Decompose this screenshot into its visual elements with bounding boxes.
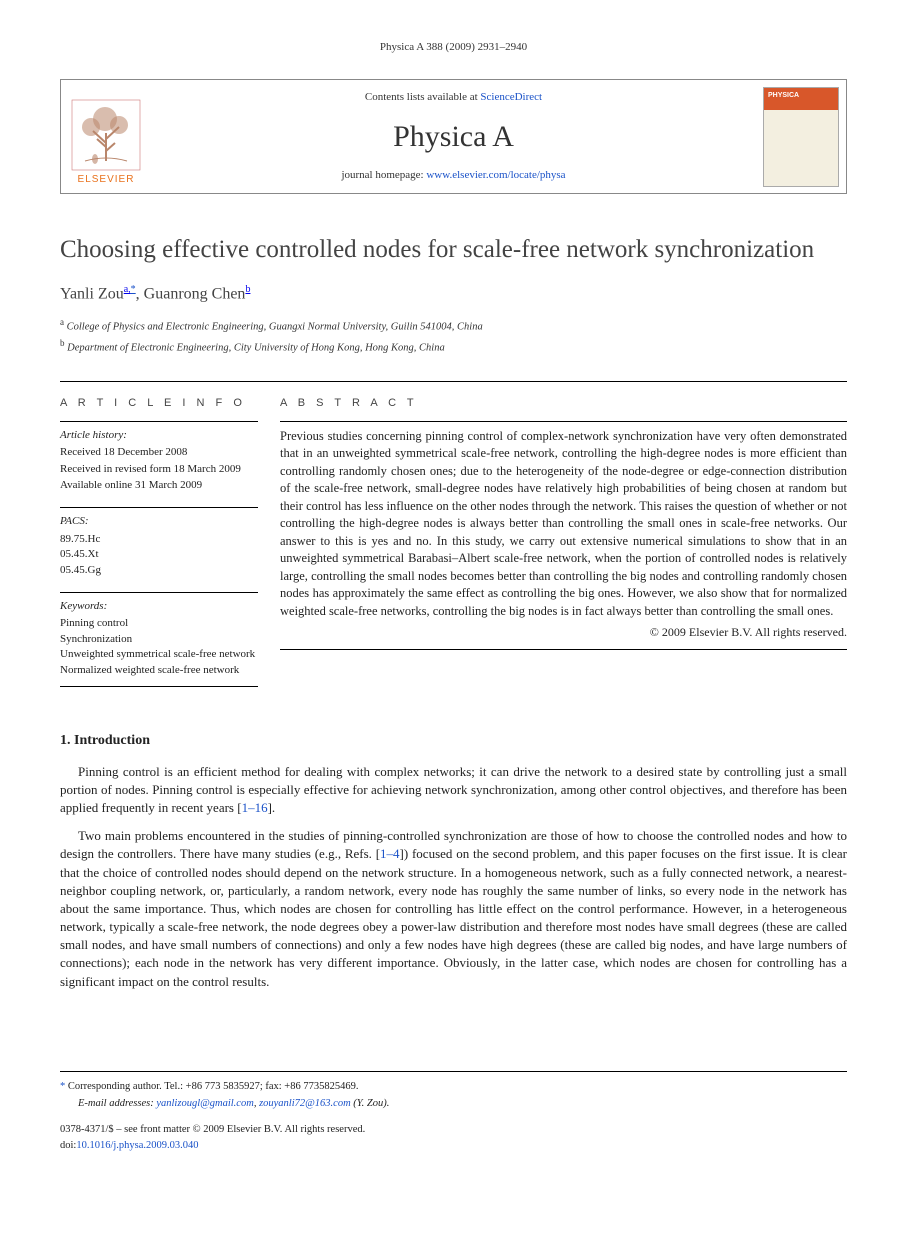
email-link-2[interactable]: zouyanli72@163.com: [259, 1098, 351, 1109]
history-line: Received 18 December 2008: [60, 445, 258, 460]
abstract-copyright: © 2009 Elsevier B.V. All rights reserved…: [280, 624, 847, 641]
email-link-1[interactable]: yanlizougl@gmail.com: [156, 1098, 253, 1109]
intro-p2-text-b: ]) focused on the second problem, and th…: [60, 846, 847, 988]
pacs-item: 89.75.Hc: [60, 532, 258, 547]
masthead-center: Contents lists available at ScienceDirec…: [151, 80, 756, 193]
keyword-item: Pinning control: [60, 616, 258, 631]
article-info-heading: A R T I C L E I N F O: [60, 396, 258, 411]
publisher-label: ELSEVIER: [78, 173, 135, 187]
aff-mark-a: a: [60, 317, 64, 327]
running-head: Physica A 388 (2009) 2931–2940: [60, 40, 847, 55]
elsevier-tree-icon: [71, 99, 141, 171]
article-title: Choosing effective controlled nodes for …: [60, 234, 847, 265]
pacs-item: 05.45.Xt: [60, 547, 258, 562]
corresponding-author-note: * Corresponding author. Tel.: +86 773 58…: [60, 1080, 847, 1095]
pacs-block: PACS: 89.75.Hc 05.45.Xt 05.45.Gg: [60, 507, 258, 578]
abstract-column: A B S T R A C T Previous studies concern…: [280, 396, 847, 701]
history-lines: Received 18 December 2008 Received in re…: [60, 445, 258, 493]
ref-link-1-4[interactable]: 1–4: [380, 846, 400, 861]
author-1-name: Yanli Zou: [60, 286, 124, 303]
journal-title: Physica A: [393, 116, 514, 158]
publisher-block: ELSEVIER: [61, 80, 151, 193]
pacs-label: PACS:: [60, 514, 258, 529]
affiliation-a-text: College of Physics and Electronic Engine…: [67, 322, 483, 333]
journal-homepage-link[interactable]: www.elsevier.com/locate/physa: [426, 169, 565, 181]
affiliation-b: b Department of Electronic Engineering, …: [60, 337, 847, 356]
article-history-block: Article history: Received 18 December 20…: [60, 421, 258, 494]
affiliations-block: a College of Physics and Electronic Engi…: [60, 316, 847, 356]
info-abstract-row: A R T I C L E I N F O Article history: R…: [60, 381, 847, 701]
abstract-text: Previous studies concerning pinning cont…: [280, 428, 847, 621]
sciencedirect-link[interactable]: ScienceDirect: [480, 91, 542, 103]
email-tail: (Y. Zou).: [351, 1098, 390, 1109]
intro-heading: 1. Introduction: [60, 731, 847, 751]
doi-line: doi:10.1016/j.physa.2009.03.040: [60, 1139, 847, 1154]
issn-line: 0378-4371/$ – see front matter © 2009 El…: [60, 1123, 847, 1138]
intro-p1-text-b: ].: [268, 800, 276, 815]
journal-homepage-line: journal homepage: www.elsevier.com/locat…: [341, 168, 565, 183]
cover-thumb-wrap: PHYSICA: [756, 80, 846, 193]
star-icon: *: [60, 1081, 65, 1092]
journal-masthead: ELSEVIER Contents lists available at Sci…: [60, 79, 847, 194]
pacs-item: 05.45.Gg: [60, 563, 258, 578]
doi-link[interactable]: 10.1016/j.physa.2009.03.040: [76, 1140, 198, 1151]
author-list: Yanli Zoua,*, Guanrong Chenb: [60, 283, 847, 306]
aff-mark-b: b: [60, 338, 65, 348]
footer-meta: 0378-4371/$ – see front matter © 2009 El…: [60, 1123, 847, 1153]
keyword-item: Synchronization: [60, 632, 258, 647]
intro-paragraph-1: Pinning control is an efficient method f…: [60, 763, 847, 818]
contents-available-line: Contents lists available at ScienceDirec…: [365, 90, 542, 105]
keyword-item: Unweighted symmetrical scale-free networ…: [60, 647, 258, 662]
affiliation-a: a College of Physics and Electronic Engi…: [60, 316, 847, 335]
cover-badge-text: PHYSICA: [768, 91, 799, 101]
history-line: Received in revised form 18 March 2009: [60, 462, 258, 477]
history-line: Available online 31 March 2009: [60, 478, 258, 493]
abstract-heading: A B S T R A C T: [280, 396, 847, 411]
contents-prefix: Contents lists available at: [365, 91, 480, 103]
keywords-label: Keywords:: [60, 599, 258, 614]
doi-label: doi:: [60, 1140, 76, 1151]
homepage-prefix: journal homepage:: [341, 169, 426, 181]
intro-p1-text-a: Pinning control is an efficient method f…: [60, 764, 847, 815]
page-footer: * Corresponding author. Tel.: +86 773 58…: [60, 1071, 847, 1154]
author-2-name: Guanrong Chen: [144, 286, 246, 303]
journal-cover-thumbnail: PHYSICA: [763, 87, 839, 187]
history-label: Article history:: [60, 428, 258, 443]
affiliation-b-text: Department of Electronic Engineering, Ci…: [67, 343, 445, 354]
emails-line: E-mail addresses: yanlizougl@gmail.com, …: [60, 1097, 847, 1112]
corr-text: Corresponding author. Tel.: +86 773 5835…: [68, 1081, 359, 1092]
author-2-aff-mark[interactable]: b: [245, 284, 250, 295]
introduction-section: 1. Introduction Pinning control is an ef…: [60, 731, 847, 991]
emails-label: E-mail addresses:: [78, 1098, 154, 1109]
ref-link-1-16[interactable]: 1–16: [242, 800, 268, 815]
author-sep: ,: [136, 286, 144, 303]
keywords-block: Keywords: Pinning control Synchronizatio…: [60, 592, 258, 687]
intro-paragraph-2: Two main problems encountered in the stu…: [60, 827, 847, 991]
author-1-aff-mark[interactable]: a,: [124, 284, 131, 295]
article-info-column: A R T I C L E I N F O Article history: R…: [60, 396, 280, 701]
keyword-item: Normalized weighted scale-free network: [60, 663, 258, 678]
